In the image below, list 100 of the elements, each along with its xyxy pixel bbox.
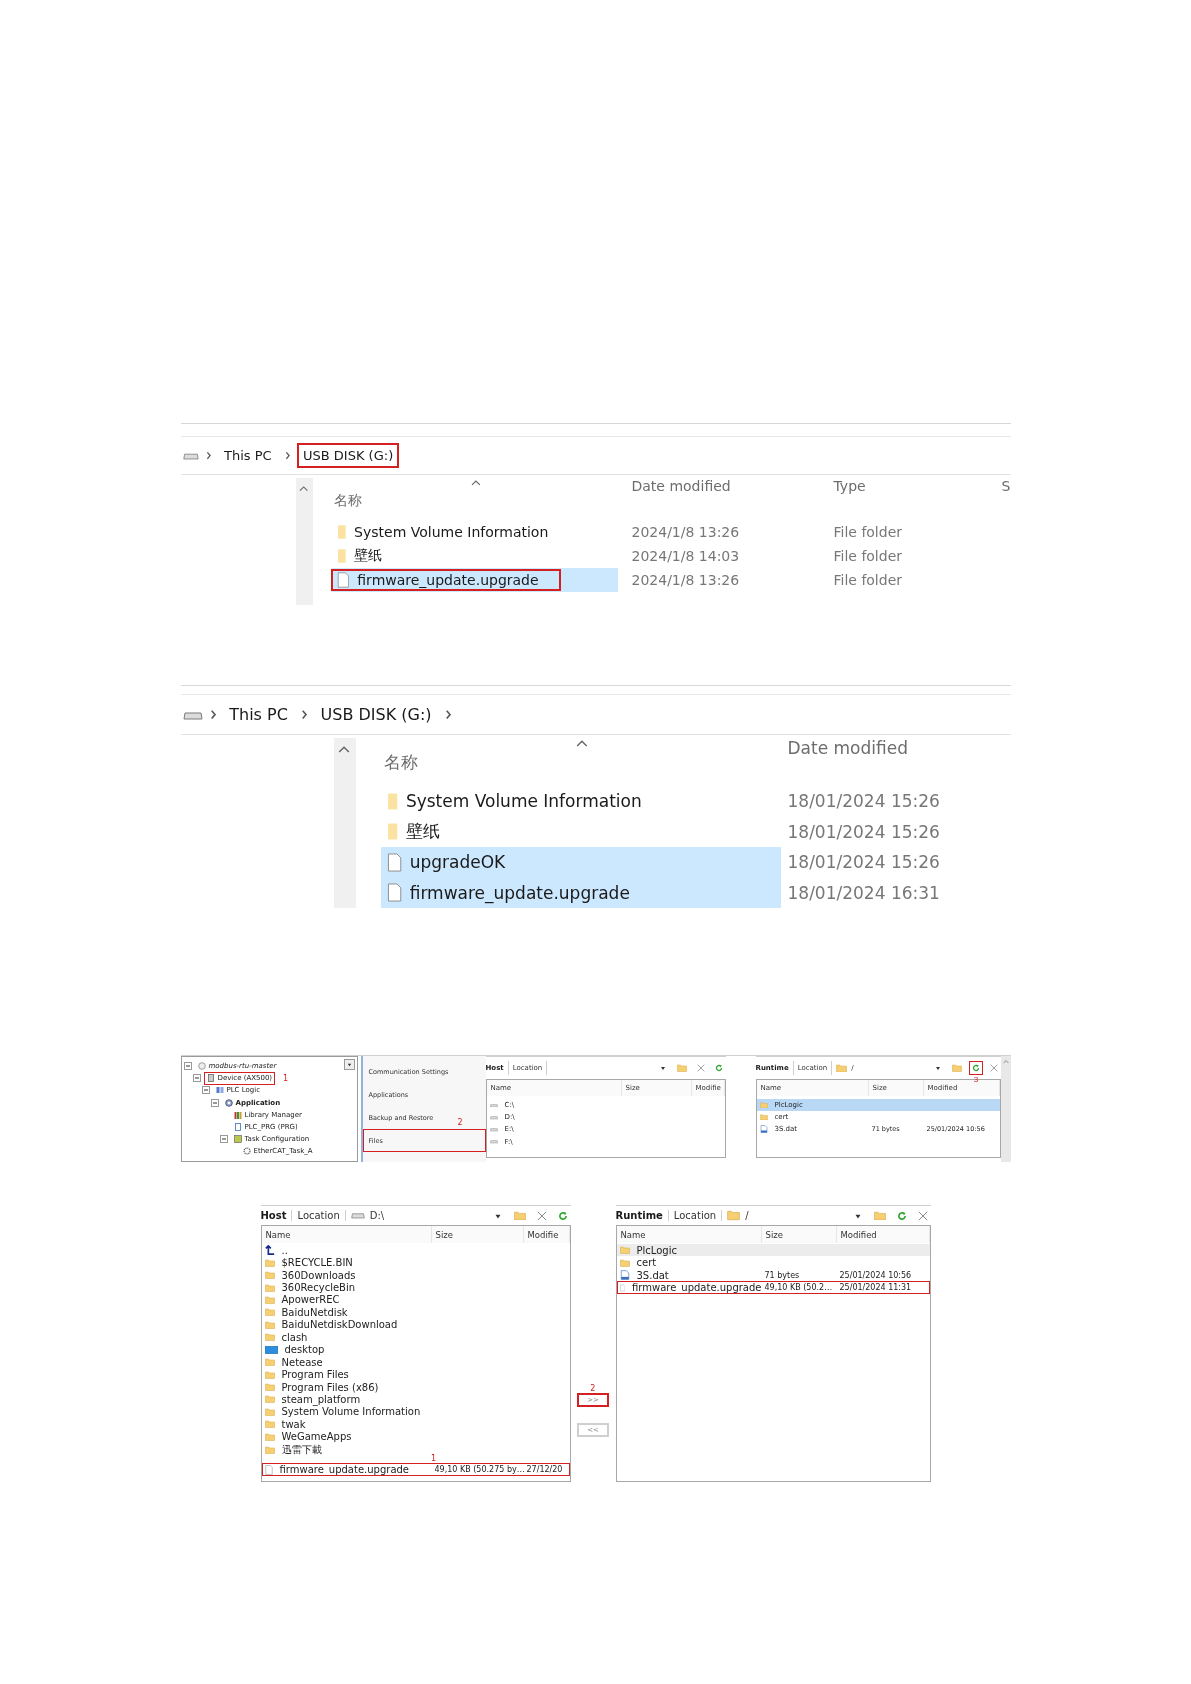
- column-header[interactable]: Date modified: [631, 478, 731, 494]
- step-number: 1: [430, 1455, 436, 1464]
- list-row[interactable]: Program Files: [261, 1368, 570, 1381]
- list-item[interactable]: 壁纸: [380, 816, 781, 847]
- chevron-icon: [444, 708, 452, 721]
- chevron-icon: [300, 708, 308, 721]
- scrollbar[interactable]: [295, 478, 313, 605]
- column-header[interactable]: Type: [833, 478, 866, 494]
- list-row[interactable]: cert: [616, 1256, 930, 1269]
- breadcrumb-item[interactable]: This PC: [223, 700, 294, 729]
- folder-icon: [513, 1210, 526, 1221]
- folder-icon: [264, 1420, 275, 1429]
- file-name: Netease: [280, 1356, 323, 1368]
- list-row[interactable]: Netease: [261, 1355, 570, 1369]
- list-item[interactable]: firmware_update.upgrade: [330, 568, 618, 592]
- caret-icon: [933, 1064, 942, 1072]
- path-text: D:\: [369, 1210, 385, 1221]
- table-cell-text: 2024/1/8 13:26: [630, 524, 741, 540]
- scrollbar[interactable]: [1000, 1056, 1011, 1162]
- close-icon: [917, 1210, 928, 1221]
- list-row[interactable]: BaiduNetdisk: [261, 1306, 570, 1319]
- file-name: BaiduNetdisk: [280, 1306, 348, 1318]
- table-cell-text: 2024/1/8 14:03: [630, 548, 741, 564]
- column-header[interactable]: Date modified: [787, 738, 908, 758]
- column-header[interactable]: Modifie: [523, 1226, 570, 1243]
- gear-icon: [224, 1098, 233, 1107]
- folder-icon: [619, 1246, 630, 1255]
- close-icon: [536, 1210, 547, 1221]
- list-item[interactable]: System Volume Information: [380, 786, 781, 817]
- list-row[interactable]: $RECYCLE.BIN: [261, 1256, 570, 1269]
- project-icon: [197, 1062, 206, 1071]
- folder-icon: [727, 1210, 741, 1221]
- folder-icon: [264, 1320, 275, 1329]
- column-header[interactable]: Name: [261, 1226, 432, 1243]
- table-cell-text: File folder: [832, 572, 904, 588]
- file-name: firmware_update.upgrade: [278, 1464, 409, 1476]
- folder-icon: [264, 1258, 275, 1267]
- list-row[interactable]: firmware_update.upgrade 49,10 KB (50.2… 25/01/2024 11:31: [616, 1281, 930, 1294]
- modified-text: 25/01/2024 11:31: [838, 1283, 913, 1293]
- file-name: twak: [280, 1418, 306, 1430]
- file-name: ..: [280, 1244, 288, 1256]
- folder-icon: [264, 1370, 275, 1379]
- list-row[interactable]: 360RecycleBin: [261, 1281, 570, 1294]
- scroll-up-icon: [338, 746, 351, 754]
- breadcrumb-item[interactable]: USB DISK (G:): [297, 443, 400, 468]
- file-name: System Volume Information: [280, 1406, 421, 1418]
- scroll-up-icon: [1002, 1060, 1009, 1064]
- list-row[interactable]: steam_platform: [261, 1393, 570, 1406]
- up-arrow-icon: [264, 1245, 275, 1256]
- list-item[interactable]: upgradeOK: [380, 847, 781, 878]
- folder-icon: [386, 791, 398, 811]
- modified-text: 25/01/2024 10:56: [838, 1270, 913, 1280]
- list-row[interactable]: 3S.dat 71 bytes 25/01/2024 10:56: [616, 1268, 930, 1282]
- caret-icon: [658, 1064, 667, 1072]
- list-row[interactable]: desktop: [261, 1343, 570, 1356]
- column-header[interactable]: 名称: [333, 492, 362, 510]
- list-row[interactable]: ApowerREC: [261, 1293, 570, 1307]
- column-header[interactable]: Size: [431, 1226, 524, 1243]
- location-tab[interactable]: Location: [673, 1210, 717, 1221]
- folder-icon: [836, 1063, 848, 1073]
- file-name: desktop: [283, 1344, 325, 1356]
- column-header[interactable]: 名称: [383, 751, 418, 774]
- folder-icon: [873, 1210, 886, 1221]
- panel-title: Runtime: [615, 1210, 663, 1221]
- modified-text: 27/12/20: [525, 1465, 564, 1475]
- list-row[interactable]: Program Files (x86): [261, 1380, 570, 1394]
- column-header[interactable]: Modified: [836, 1226, 930, 1243]
- column-header[interactable]: S: [1001, 478, 1011, 494]
- scrollbar[interactable]: [333, 738, 356, 908]
- step-number: 1: [283, 1073, 289, 1083]
- file-name: ApowerREC: [280, 1294, 340, 1306]
- file-icon: [386, 852, 402, 872]
- list-row[interactable]: ..: [261, 1244, 570, 1257]
- list-row[interactable]: System Volume Information: [261, 1405, 570, 1419]
- list-item[interactable]: System Volume Information: [330, 520, 618, 544]
- file-icon: [264, 1464, 273, 1475]
- refresh-icon: [896, 1210, 907, 1221]
- breadcrumb-item[interactable]: USB DISK (G:): [314, 700, 438, 729]
- list-row[interactable]: clash: [261, 1331, 570, 1344]
- size-text: 49,10 KB (50.2…: [763, 1283, 834, 1293]
- list-row[interactable]: BaiduNetdiskDownload: [261, 1318, 570, 1332]
- column-header[interactable]: Name: [616, 1226, 762, 1243]
- list-item[interactable]: firmware_update.upgrade: [380, 877, 781, 908]
- file-name: 3S.dat: [635, 1269, 669, 1281]
- caret-icon: [345, 1061, 353, 1068]
- list-row[interactable]: WeGameApps: [261, 1430, 570, 1443]
- list-item[interactable]: 壁纸: [330, 544, 618, 568]
- table-cell-text: 18/01/2024 15:26: [786, 791, 941, 812]
- column-header[interactable]: Size: [761, 1226, 837, 1243]
- list-row[interactable]: firmware_update.upgrade 49,10 KB (50.275 by… 27/12/20: [261, 1463, 570, 1476]
- scroll-up-icon: [299, 486, 309, 492]
- list-row[interactable]: PlcLogic: [616, 1244, 930, 1257]
- table-cell-text: File folder: [832, 548, 904, 564]
- dropdown-button[interactable]: [343, 1059, 355, 1070]
- location-tab[interactable]: Location: [297, 1210, 340, 1221]
- list-row[interactable]: 360Downloads: [261, 1268, 570, 1282]
- list-row[interactable]: twak: [261, 1418, 570, 1431]
- breadcrumb-item[interactable]: This PC: [217, 443, 278, 468]
- size-text: 71 bytes: [763, 1270, 801, 1280]
- plc-icon: [215, 1086, 224, 1095]
